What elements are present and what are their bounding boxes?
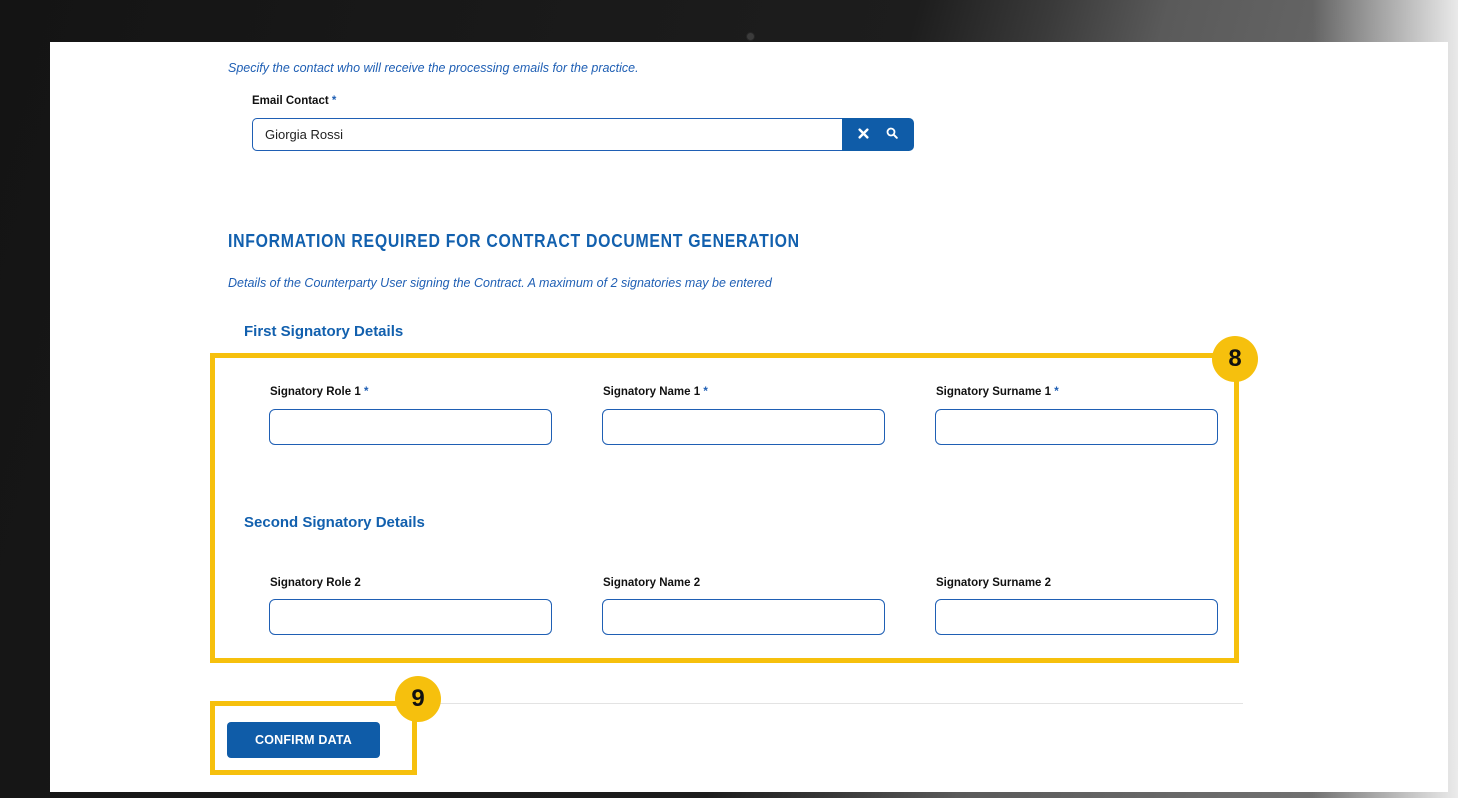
- required-mark: *: [331, 95, 337, 107]
- confirm-data-button[interactable]: CONFIRM DATA: [227, 722, 380, 758]
- email-intro-text: Specify the contact who will receive the…: [228, 61, 639, 75]
- email-contact-label-text: Email Contact: [252, 95, 329, 107]
- search-icon[interactable]: [886, 127, 898, 142]
- contract-section-note: Details of the Counterparty User signing…: [228, 276, 772, 290]
- email-contact-field[interactable]: Giorgia Rossi: [252, 118, 842, 151]
- email-contact-actions: [842, 118, 914, 151]
- email-contact-label: Email Contact *: [252, 95, 336, 107]
- step-badge-8: 8: [1212, 336, 1258, 382]
- step-badge-9: 9: [395, 676, 441, 722]
- camera-icon: [747, 33, 754, 40]
- clear-icon[interactable]: [858, 127, 869, 142]
- contract-section-title: INFORMATION REQUIRED FOR CONTRACT DOCUME…: [228, 231, 800, 251]
- first-signatory-title: First Signatory Details: [244, 323, 404, 340]
- highlight-box-signatories: [210, 353, 1239, 663]
- screen: Specify the contact who will receive the…: [50, 42, 1448, 792]
